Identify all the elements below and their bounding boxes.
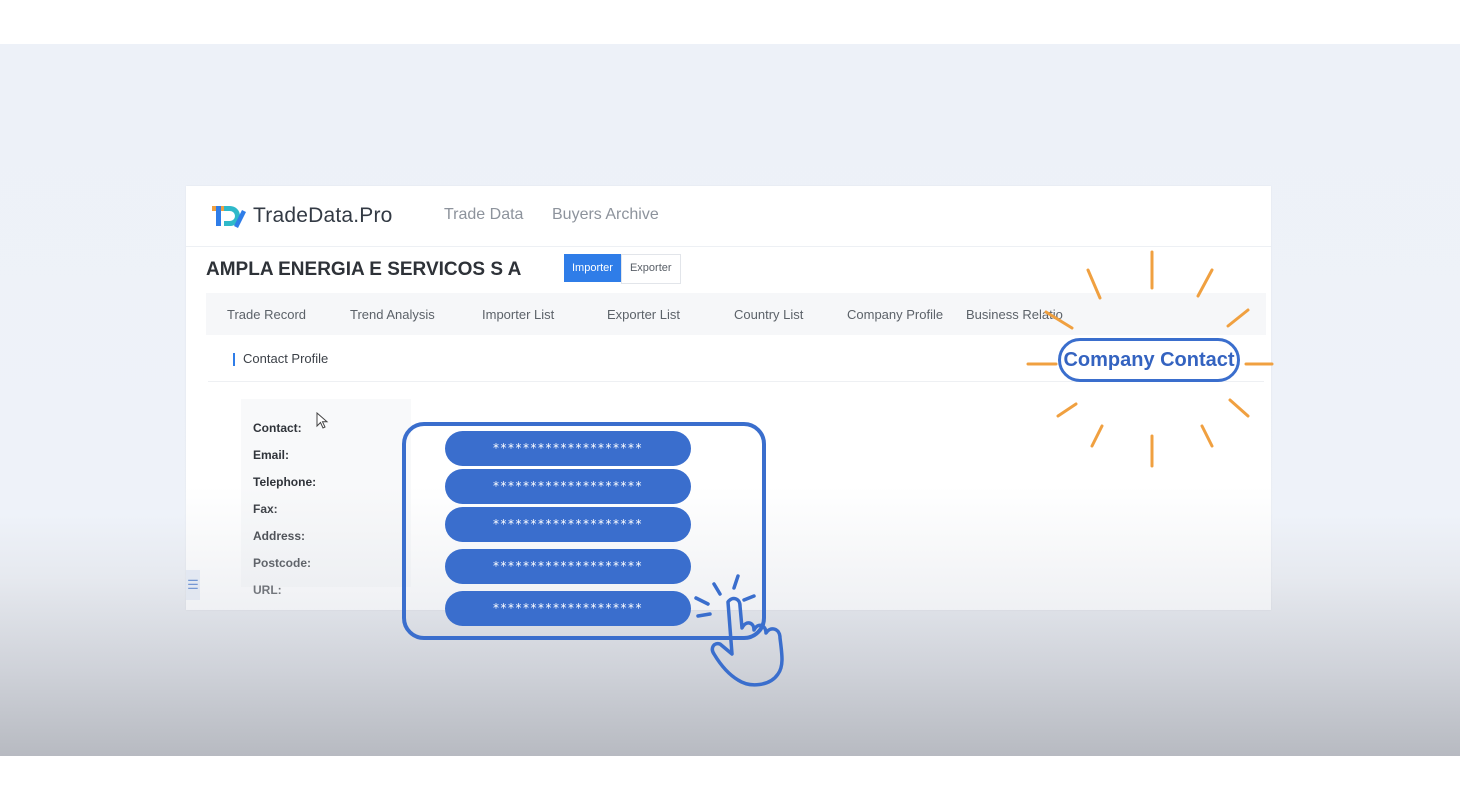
masked-value-pill[interactable]: ******************** — [445, 469, 691, 504]
field-label-email: Email: — [253, 448, 290, 462]
contact-fields-panel: Contact: Email: Telephone: Fax: Address:… — [241, 399, 411, 597]
tab-company-profile[interactable]: Company Profile — [847, 307, 943, 322]
masked-value-pill[interactable]: ******************** — [445, 431, 691, 466]
tab-exporter-list[interactable]: Exporter List — [607, 307, 680, 322]
tab-trend-analysis[interactable]: Trend Analysis — [350, 307, 435, 322]
section-title-text: Contact Profile — [243, 351, 329, 366]
nav-trade-data[interactable]: Trade Data — [444, 206, 523, 224]
field-label-address: Address: — [253, 529, 306, 543]
tab-business-relation[interactable]: Business Relatio — [966, 307, 1063, 322]
field-label-url: URL: — [253, 583, 282, 597]
tab-trade-record[interactable]: Trade Record — [227, 307, 306, 322]
tab-bar: Trade Record Trend Analysis Importer Lis… — [206, 293, 1266, 335]
brand-logo[interactable]: TradeData.Pro — [210, 200, 393, 232]
tab-importer-list[interactable]: Importer List — [482, 307, 554, 322]
side-menu-tab[interactable]: ☰ — [186, 570, 200, 600]
nav-buyers-archive[interactable]: Buyers Archive — [552, 206, 659, 224]
role-toggle: Importer Exporter — [564, 254, 681, 284]
tab-company-contact[interactable]: Company Contact — [1058, 338, 1240, 382]
field-label-telephone: Telephone: — [253, 475, 317, 489]
masked-value-pill[interactable]: ******************** — [445, 549, 691, 584]
field-label-postcode: Postcode: — [253, 556, 312, 570]
field-label-fax: Fax: — [253, 502, 278, 516]
masked-value-pill[interactable]: ******************** — [445, 507, 691, 542]
tab-country-list[interactable]: Country List — [734, 307, 803, 322]
masked-value-pill[interactable]: ******************** — [445, 591, 691, 626]
exporter-toggle[interactable]: Exporter — [620, 254, 681, 284]
tradedata-logo-icon — [212, 206, 246, 228]
company-name: AMPLA ENERGIA E SERVICOS S A — [206, 259, 522, 280]
top-navbar: TradeData.Pro Trade Data Buyers Archive — [186, 186, 1271, 247]
field-label-contact: Contact: — [253, 421, 302, 435]
brand-name: TradeData.Pro — [253, 204, 393, 227]
contact-profile-heading: Contact Profile — [232, 351, 328, 366]
importer-toggle[interactable]: Importer — [564, 254, 621, 282]
